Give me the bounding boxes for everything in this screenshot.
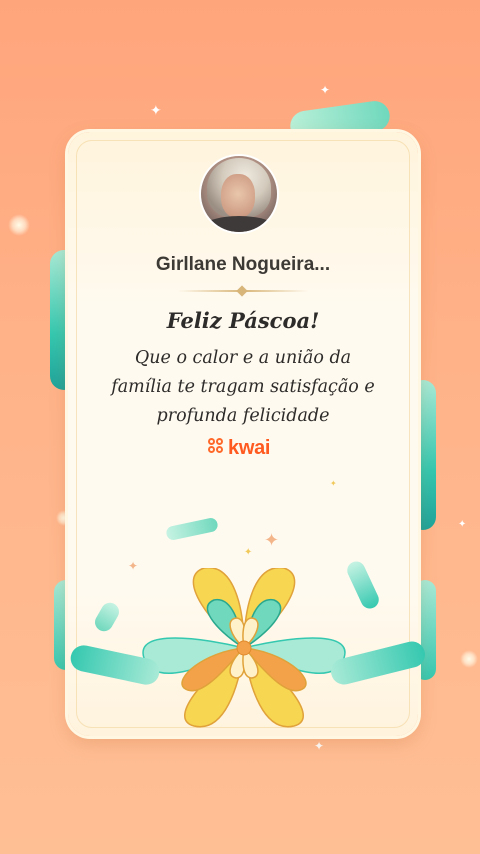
sparkle-icon: ✦ [264, 530, 280, 551]
light-orb [460, 650, 478, 668]
greeting-card: Girllane Nogueira... Feliz Páscoa! Que o… [68, 132, 418, 736]
light-orb [8, 214, 30, 236]
avatar[interactable] [201, 156, 277, 232]
brand-name: kwai [228, 436, 271, 459]
sparkle-icon: ✦ [458, 519, 467, 530]
message-line: família te tragam satisfação e [111, 377, 375, 397]
username-label[interactable]: Girllane Nogueira... [68, 254, 418, 276]
brand-logo: kwai [208, 436, 270, 460]
avatar-shoulder [201, 216, 277, 232]
sparkle-icon: ✦ [330, 479, 337, 488]
sparkle-icon: ✦ [320, 83, 331, 97]
message-line: profunda felicidade [156, 406, 330, 426]
sparkle-icon: ✦ [150, 103, 162, 119]
flower-bow-icon [142, 568, 346, 728]
kwai-logo-icon [208, 438, 224, 458]
avatar-face [221, 174, 255, 218]
sparkle-icon: ✦ [314, 739, 325, 753]
sparkle-icon: ✦ [244, 547, 253, 558]
message-line: Que o calor e a união da [134, 348, 352, 368]
greeting-title: Feliz Páscoa! [166, 308, 320, 333]
greeting-message: Que o calor e a união da família te trag… [88, 344, 398, 431]
